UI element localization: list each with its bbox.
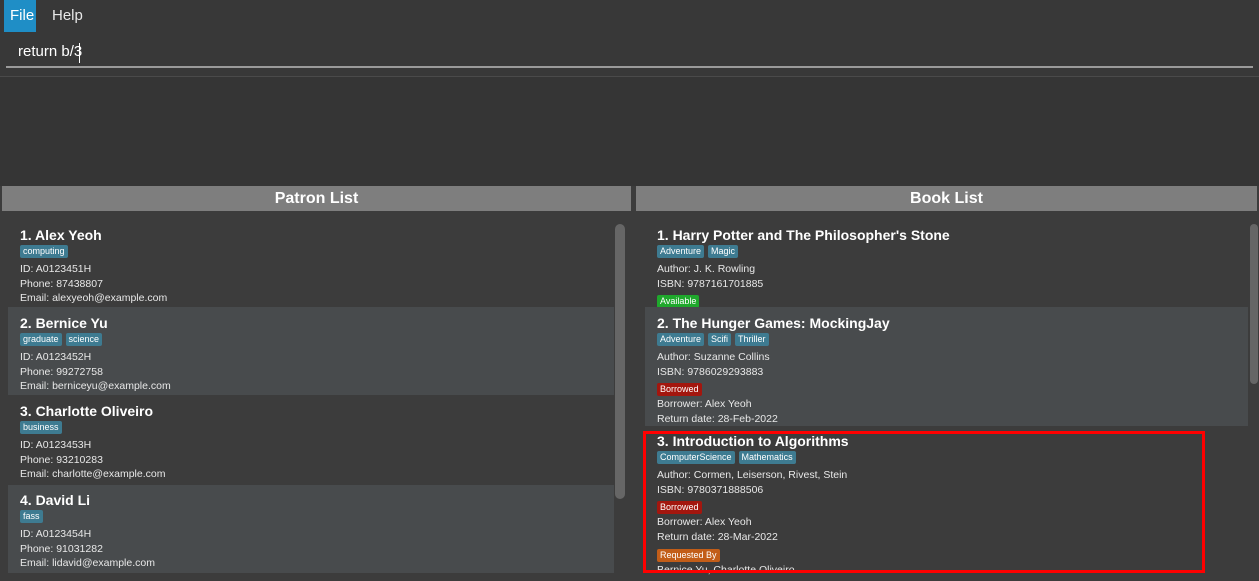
tag: Magic: [708, 245, 739, 258]
patron-email: Email: berniceyu@example.com: [20, 380, 171, 393]
tag: computing: [20, 245, 68, 258]
command-box: [0, 32, 1259, 76]
status-badge: Borrowed: [657, 383, 702, 397]
book-tags: Adventure Magic: [657, 245, 1248, 261]
patron-email: Email: charlotte@example.com: [20, 468, 166, 481]
patron-card-1[interactable]: 1. Alex Yeoh computing ID: A0123451H Pho…: [8, 219, 614, 307]
patron-list-header: Patron List: [2, 186, 631, 211]
book-title: 2. The Hunger Games: MockingJay: [657, 315, 890, 331]
tag: ComputerScience: [657, 451, 735, 464]
patron-card-4[interactable]: 4. David Li fass ID: A0123454H Phone: 91…: [8, 485, 614, 573]
menu-bar: File Help: [0, 0, 1259, 32]
book-return-date: Return date: 28-Feb-2022: [657, 413, 778, 426]
tag: Mathematics: [738, 451, 796, 464]
tag: Scifi: [708, 333, 732, 346]
patron-email: Email: alexyeoh@example.com: [20, 292, 168, 305]
tag: Adventure: [657, 333, 705, 346]
book-title: 1. Harry Potter and The Philosopher's St…: [657, 227, 950, 243]
patron-id: ID: A0123451H: [20, 263, 92, 275]
patron-list-scrollbar[interactable]: [615, 224, 625, 499]
help-menu[interactable]: Help: [44, 0, 91, 32]
patron-card-3[interactable]: 3. Charlotte Oliveiro business ID: A0123…: [8, 396, 614, 484]
patron-phone: Phone: 87438807: [20, 277, 103, 290]
patron-name: 3. Charlotte Oliveiro: [20, 403, 154, 419]
patron-tags: graduate science: [20, 333, 614, 349]
tag: graduate: [20, 333, 62, 346]
book-tags: Adventure Scifi Thriller: [657, 333, 1248, 349]
book-card-1[interactable]: 1. Harry Potter and The Philosopher's St…: [645, 219, 1248, 309]
patron-phone: Phone: 93210283: [20, 453, 103, 466]
patron-name: 1. Alex Yeoh: [20, 227, 102, 243]
book-author: Author: Suzanne Collins: [657, 351, 770, 363]
book-isbn: ISBN: 9780371888506: [657, 483, 764, 496]
book-card-2[interactable]: 2. The Hunger Games: MockingJay Adventur…: [645, 307, 1248, 426]
book-requesters: Bernice Yu, Charlotte Oliveiro: [657, 563, 795, 576]
book-list-header: Book List: [636, 186, 1257, 211]
patron-phone: Phone: 99272758: [20, 365, 103, 378]
patron-name: 4. David Li: [20, 492, 91, 508]
book-isbn: ISBN: 9787161701885: [657, 277, 764, 290]
tag: science: [65, 333, 103, 346]
patron-email: Email: lidavid@example.com: [20, 557, 155, 570]
patron-id: ID: A0123453H: [20, 439, 92, 451]
patron-tags: computing: [20, 245, 614, 261]
tag: fass: [20, 510, 43, 523]
tag: Thriller: [735, 333, 769, 346]
patron-name: 2. Bernice Yu: [20, 315, 108, 331]
book-tags: ComputerScience Mathematics: [657, 451, 1248, 467]
book-return-date: Return date: 28-Mar-2022: [657, 531, 778, 544]
book-title: 3. Introduction to Algorithms: [657, 433, 849, 449]
patron-phone: Phone: 91031282: [20, 542, 103, 555]
patron-tags: fass: [20, 510, 614, 526]
book-card-3[interactable]: 3. Introduction to Algorithms ComputerSc…: [645, 427, 1248, 576]
tag: Adventure: [657, 245, 705, 258]
file-menu[interactable]: File: [4, 0, 36, 32]
text-cursor: [79, 43, 80, 63]
book-borrower: Borrower: Alex Yeoh: [657, 398, 752, 411]
command-input[interactable]: [6, 36, 1253, 68]
book-list-scrollbar[interactable]: [1250, 224, 1258, 384]
book-borrower: Borrower: Alex Yeoh: [657, 516, 752, 529]
patron-tags: business: [20, 421, 614, 437]
book-author: Author: Cormen, Leiserson, Rivest, Stein: [657, 469, 848, 481]
tag: business: [20, 421, 62, 434]
book-author: Author: J. K. Rowling: [657, 263, 756, 275]
status-badge: Borrowed: [657, 501, 702, 515]
book-isbn: ISBN: 9786029293883: [657, 365, 764, 378]
result-display: [0, 76, 1259, 186]
patron-card-2[interactable]: 2. Bernice Yu graduate science ID: A01234…: [8, 307, 614, 395]
patron-id: ID: A0123452H: [20, 351, 92, 363]
requested-by-badge: Requested By: [657, 548, 720, 562]
patron-id: ID: A0123454H: [20, 528, 92, 540]
